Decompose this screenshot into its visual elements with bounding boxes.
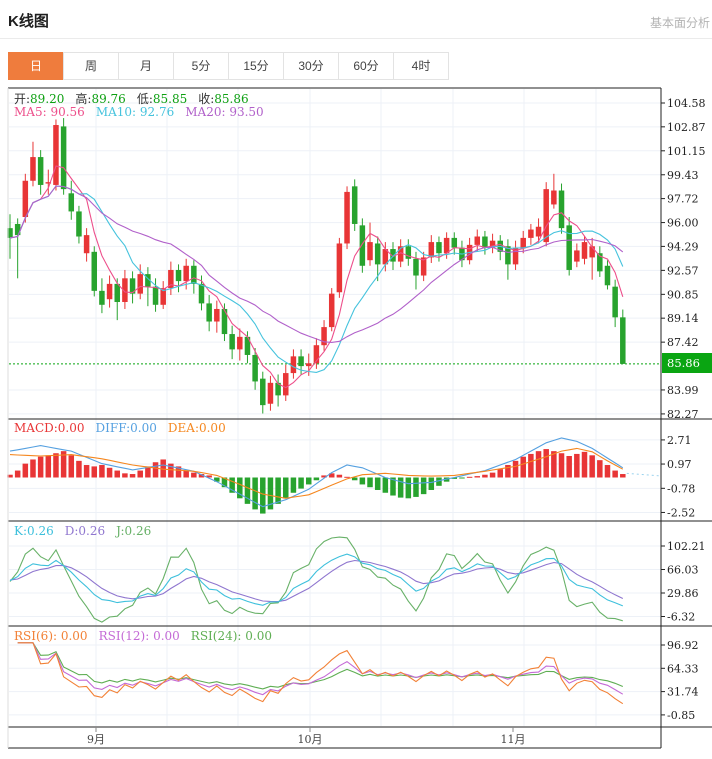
ma5-legend: MA5: 90.56: [14, 105, 85, 119]
svg-text:-0.85: -0.85: [667, 709, 695, 722]
svg-text:102.87: 102.87: [667, 121, 706, 134]
svg-text:-6.32: -6.32: [667, 611, 695, 624]
svg-text:31.74: 31.74: [667, 686, 699, 699]
ohlc-item: 高:89.76: [75, 92, 126, 106]
dea-legend: DEA:0.00: [167, 421, 226, 435]
svg-text:66.03: 66.03: [667, 564, 699, 577]
kdj-legend: K:0.26 D:0.26 J:0.26: [14, 524, 162, 538]
kline-widget: K线图 基本面分析 日周月 5分 15分 30分 60分 4时 104.58 102.87 1…: [0, 0, 712, 759]
rsi-legend: RSI(6): 0.00 RSI(12): 0.00 RSI(24): 0.00: [14, 629, 283, 643]
ma20-legend: MA20: 93.50: [185, 105, 264, 119]
svg-text:96.92: 96.92: [667, 639, 699, 652]
rsi24-legend: RSI(24): 0.00: [190, 629, 273, 643]
candles-layer: [7, 118, 626, 414]
svg-text:99.43: 99.43: [667, 169, 699, 182]
svg-text:9月: 9月: [87, 733, 105, 746]
rsi6-legend: RSI(6): 0.00: [14, 629, 88, 643]
x-axis-labels: 9月 10月 11月: [87, 727, 526, 746]
svg-text:83.99: 83.99: [667, 384, 699, 397]
panel-borders: [7, 87, 712, 749]
svg-text:10月: 10月: [298, 733, 323, 746]
svg-text:89.14: 89.14: [667, 312, 699, 325]
last-price-tag: 85.86: [662, 353, 712, 373]
svg-text:0.97: 0.97: [667, 458, 692, 471]
svg-text:-2.52: -2.52: [667, 506, 695, 519]
macd-legend: MACD:0.00: [14, 421, 85, 435]
svg-text:90.85: 90.85: [667, 288, 699, 301]
svg-text:102.21: 102.21: [667, 540, 706, 553]
kdj-panel: [9, 536, 624, 623]
d-legend: D:0.26: [64, 524, 106, 538]
diff-legend: DIFF:0.00: [95, 421, 157, 435]
svg-text:92.57: 92.57: [667, 264, 699, 277]
j-legend: J:0.26: [116, 524, 152, 538]
svg-text:2.71: 2.71: [667, 434, 692, 447]
svg-text:82.27: 82.27: [667, 408, 699, 421]
ohlc-item: 低:85.85: [136, 92, 188, 106]
svg-text:101.15: 101.15: [667, 145, 706, 158]
rsi12-legend: RSI(12): 0.00: [98, 629, 180, 643]
svg-text:104.58: 104.58: [667, 97, 706, 110]
k-legend: K:0.26: [14, 524, 54, 538]
rsi-panel: [17, 642, 624, 705]
macd-legend: MACD:0.00 DIFF:0.00 DEA:0.00: [14, 421, 237, 435]
ohlc-item: 收:85.86: [198, 92, 249, 106]
svg-text:97.72: 97.72: [667, 193, 699, 206]
svg-text:94.29: 94.29: [667, 240, 699, 253]
ma10-legend: MA10: 92.76: [95, 105, 175, 119]
chart-area[interactable]: 104.58 102.87 101.15 99.43 97.72 96.00 94.29 92…: [0, 87, 712, 749]
svg-text:29.86: 29.86: [667, 587, 699, 600]
svg-text:11月: 11月: [501, 733, 526, 746]
ma-legend: MA5: 90.56 MA10: 92.76 MA20: 93.50: [14, 105, 275, 119]
y-axis-labels: 104.58 102.87 101.15 99.43 97.72 96.00 94.29 92…: [661, 97, 706, 722]
svg-text:64.33: 64.33: [667, 662, 699, 675]
svg-text:96.00: 96.00: [667, 217, 699, 230]
svg-text:87.42: 87.42: [667, 336, 699, 349]
macd-panel: [7, 437, 660, 514]
svg-text:-0.78: -0.78: [667, 482, 695, 495]
ohlc-item: 开:89.20: [14, 92, 65, 106]
